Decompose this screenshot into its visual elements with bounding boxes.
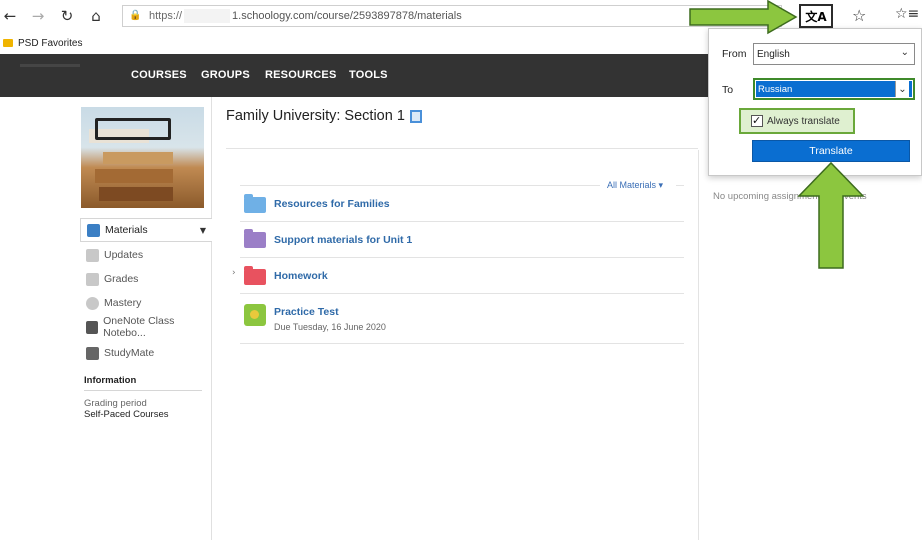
checkmark-icon: ✓	[751, 114, 763, 127]
sidebar-item-updates[interactable]: Updates	[80, 243, 212, 267]
grading-period-label: Grading period	[84, 398, 147, 409]
favorites-list-icon[interactable]: ☆≡	[895, 6, 919, 22]
updates-icon	[86, 248, 99, 262]
to-label: To	[722, 84, 734, 96]
always-translate-checkbox[interactable]: ✓ Always translate	[739, 108, 855, 134]
book-icon[interactable]	[409, 109, 422, 123]
list-item[interactable]: › Homework	[232, 258, 684, 294]
sidebar-item-mastery[interactable]: Mastery	[80, 291, 212, 315]
material-link[interactable]: Support materials for Unit 1	[274, 234, 412, 246]
url-redaction	[184, 9, 231, 23]
sidebar-item-label: OneNote Class Notebo...	[103, 315, 175, 339]
grades-icon	[86, 272, 99, 286]
materials-icon	[87, 223, 100, 237]
nav-tools[interactable]: TOOLS	[349, 69, 388, 81]
material-link[interactable]: Homework	[274, 270, 328, 282]
from-language-select[interactable]: English ⌄	[753, 43, 915, 65]
home-icon[interactable]: ⌂	[86, 6, 106, 26]
url-prefix: https://	[149, 10, 183, 22]
course-profile-image	[81, 107, 204, 208]
nav-courses[interactable]: COURSES	[131, 69, 187, 81]
folder-icon	[244, 194, 266, 213]
mastery-icon	[86, 296, 99, 310]
page-title: Family University: Section 1	[226, 108, 422, 124]
sidebar-item-label: Updates	[104, 249, 144, 261]
onenote-icon	[86, 320, 99, 334]
translate-popup: From English ⌄ To Russian ⌄ ✓ Always tra…	[708, 28, 922, 176]
folder-icon	[244, 229, 266, 248]
divider	[240, 185, 600, 186]
from-language-value: English	[757, 48, 790, 60]
chevron-right-icon[interactable]: ›	[232, 268, 236, 278]
schoology-logo[interactable]	[20, 64, 80, 67]
annotation-arrow-up	[797, 161, 865, 269]
list-item[interactable]: Resources for Families	[240, 190, 684, 222]
due-date: Due Tuesday, 16 June 2020	[274, 322, 386, 332]
translate-button[interactable]: Translate	[752, 140, 910, 162]
nav-resources[interactable]: RESOURCES	[265, 69, 336, 81]
refresh-icon[interactable]: ↻	[57, 6, 77, 26]
grading-period-value: Self-Paced Courses	[84, 409, 169, 420]
sidebar-item-label: Materials	[105, 224, 148, 236]
information-heading: Information	[84, 375, 202, 391]
nav-groups[interactable]: GROUPS	[201, 69, 250, 81]
to-language-select[interactable]: Russian ⌄	[753, 78, 915, 100]
list-item[interactable]: Support materials for Unit 1	[240, 222, 684, 258]
material-link[interactable]: Practice Test	[274, 306, 339, 318]
sidebar-item-studymate[interactable]: StudyMate	[80, 341, 212, 365]
sidebar-item-grades[interactable]: Grades	[80, 267, 212, 291]
sidebar-item-label: Mastery	[104, 297, 142, 309]
caret-down-icon[interactable]: ▼	[200, 226, 206, 235]
divider	[698, 150, 699, 540]
favorite-star-icon[interactable]: ☆	[852, 6, 866, 25]
divider	[226, 148, 698, 149]
material-link[interactable]: Resources for Families	[274, 198, 390, 210]
sidebar-item-onenote[interactable]: OneNote Class Notebo...	[80, 315, 212, 339]
course-title-text: Family University: Section 1	[226, 108, 405, 124]
sidebar-item-label: StudyMate	[104, 347, 155, 359]
assessment-puzzle-icon	[244, 304, 266, 326]
upcoming-empty-text: No upcoming assignments or events	[713, 191, 867, 202]
chevron-down-icon: ⌄	[895, 81, 909, 97]
url-rest: 1.schoology.com/course/2593897878/materi…	[232, 10, 462, 22]
list-item[interactable]: Practice Test Due Tuesday, 16 June 2020	[240, 294, 684, 344]
always-translate-label: Always translate	[767, 115, 840, 127]
sidebar-item-label: Grades	[104, 273, 139, 285]
to-language-value: Russian	[756, 81, 912, 97]
studymate-icon	[86, 346, 99, 360]
folder-icon	[3, 39, 13, 47]
translate-icon[interactable]: 文A	[799, 4, 833, 28]
lock-icon: 🔒	[129, 10, 142, 21]
divider	[676, 185, 684, 186]
address-bar[interactable]: 🔒 https:// 1.schoology.com/course/259389…	[122, 5, 782, 27]
sidebar-item-materials[interactable]: Materials ▼	[80, 218, 212, 242]
chevron-down-icon: ⌄	[900, 47, 909, 58]
from-label: From	[722, 48, 747, 60]
course-sidebar: Materials ▼ Updates Grades Mastery OneNo…	[80, 97, 212, 540]
forward-arrow-icon[interactable]: →	[28, 6, 48, 26]
back-arrow-icon[interactable]: ←	[0, 6, 20, 26]
favorites-link[interactable]: PSD Favorites	[18, 38, 82, 49]
folder-icon	[244, 266, 266, 285]
